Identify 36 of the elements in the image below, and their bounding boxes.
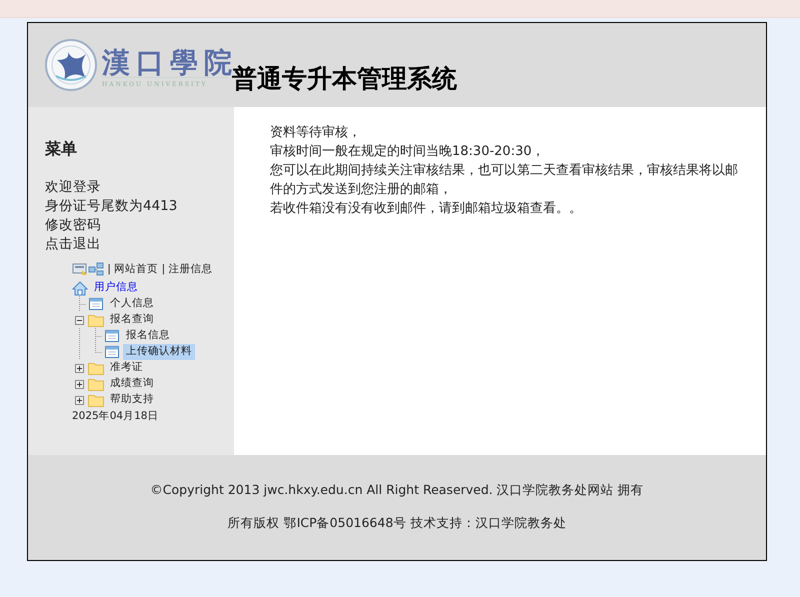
home-icon <box>72 280 88 296</box>
message-text: 若收件箱没有没有收到邮件，请到邮箱垃圾箱查看。。 <box>270 200 583 218</box>
university-logo-icon <box>44 38 98 92</box>
separator-text: | <box>107 263 111 275</box>
message-text: 审核时间一般在规定的时间当晚18:30-20:30， <box>270 143 546 161</box>
separator-text: | <box>162 263 166 275</box>
message-text: 资料等待审核， <box>270 124 362 142</box>
sidebar-text: 身份证号尾数为4413 <box>45 198 178 214</box>
page-icon <box>104 328 120 344</box>
sitemap-icon <box>88 262 104 276</box>
message-text: 您可以在此期间持续关注审核结果，也可以第二天查看审核结果，审核结果将以邮件的方式发送到您注册的邮箱， <box>270 162 739 199</box>
tree-item[interactable]: 个人信息 <box>107 296 157 312</box>
page-icon <box>104 344 120 360</box>
tree-item[interactable]: 报名信息 <box>123 328 173 344</box>
tree-item[interactable]: 准考证 <box>107 360 146 376</box>
folder-icon <box>88 376 104 392</box>
sidebar-text: 点击退出 <box>45 236 101 252</box>
print-icon <box>72 262 88 276</box>
sidebar-text: 欢迎登录 <box>45 179 101 195</box>
folder-icon <box>88 392 104 408</box>
tree-item[interactable]: 上传确认材料 <box>123 344 195 360</box>
tree-item[interactable]: 报名查询 <box>107 312 157 328</box>
menu-heading: 菜单 <box>45 138 78 160</box>
tree-item[interactable]: 帮助支持 <box>107 392 157 408</box>
date-text: 2025年04月18日 <box>72 409 160 424</box>
tree-item[interactable]: 成绩查询 <box>107 376 157 392</box>
page-icon <box>88 296 104 312</box>
folder-icon <box>88 360 104 376</box>
toolbar-link[interactable]: 注册信息 <box>168 263 212 275</box>
tree-root-link[interactable]: 用户信息 <box>91 280 141 296</box>
tree-connector-line <box>79 296 86 312</box>
sidebar-text: 修改密码 <box>45 217 101 233</box>
footer-text: 所有版权 鄂ICP备05016648号 技术支持：汉口学院教务处 <box>226 514 568 532</box>
toolbar-link[interactable]: 网站首页 <box>114 263 158 275</box>
footer-text: ©Copyright 2013 jwc.hkxy.edu.cn All Right Reaserved. 汉口学院教务处网站 拥有 <box>149 481 645 499</box>
folder-icon <box>88 312 104 328</box>
